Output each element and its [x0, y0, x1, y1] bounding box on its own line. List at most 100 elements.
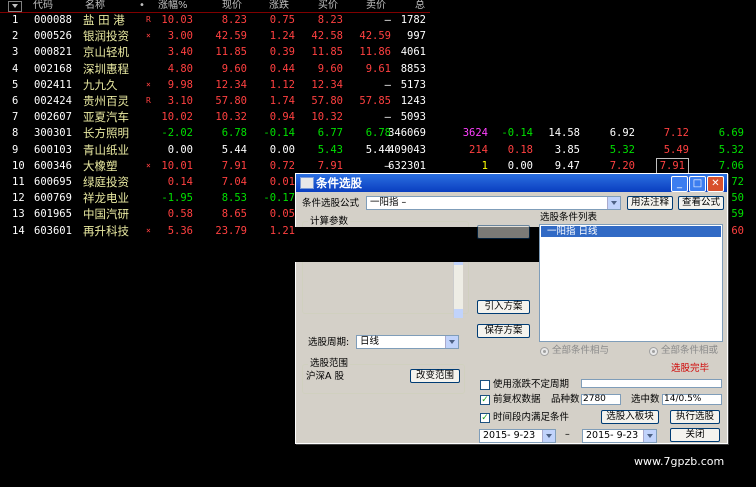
- add-to-block-button[interactable]: 选股入板块: [601, 410, 659, 424]
- table-row[interactable]: 10 600346 大橡塑 × 10.01 7.91 0.72 7.91—632301: [0, 158, 756, 174]
- range-input[interactable]: [581, 379, 722, 388]
- close-button[interactable]: 关闭: [670, 428, 720, 442]
- import-plan-button[interactable]: 引入方案: [477, 300, 530, 314]
- change-range-button[interactable]: 改变范围: [410, 369, 460, 383]
- condition-list-item[interactable]: 一阳指 日线: [541, 226, 721, 237]
- time-range-checkbox[interactable]: ✓: [480, 413, 490, 423]
- cell-extra: 5.32: [609, 143, 635, 156]
- cell-code: 300301: [34, 127, 72, 140]
- cell-name: 九九久: [83, 77, 118, 92]
- cell-extra: 3624: [462, 127, 488, 140]
- chevron-down-icon[interactable]: [643, 430, 656, 442]
- cell-name: 再升科技: [83, 223, 129, 238]
- cell-flag: ×: [146, 160, 151, 170]
- minimize-icon[interactable]: _: [671, 176, 688, 192]
- usage-notes-button[interactable]: 用法注释: [627, 196, 673, 210]
- cell-pct: 0.58: [167, 208, 193, 221]
- cell-vol: 632301: [388, 159, 426, 172]
- col-header-change[interactable]: 涨跌: [269, 0, 289, 12]
- cell-idx: 8: [12, 127, 19, 140]
- cell-bid: 5.43: [317, 143, 343, 156]
- cell-extra: 7.06: [718, 159, 744, 172]
- cell-pct: -1.95: [161, 192, 193, 205]
- params-scrollbar[interactable]: [453, 256, 463, 318]
- col-header-code[interactable]: 代码: [33, 0, 53, 12]
- cell-chg: 0.72: [269, 159, 295, 172]
- cell-ask: —: [384, 14, 391, 26]
- cell-vol: 5173: [400, 78, 426, 91]
- chevron-down-icon[interactable]: [445, 336, 458, 348]
- cell-flag: ×: [146, 225, 151, 235]
- formula-select[interactable]: 一阳指 –: [366, 196, 621, 210]
- cell-idx: 10: [12, 159, 25, 172]
- col-header-ask[interactable]: 卖价: [366, 0, 386, 12]
- col-header-name[interactable]: 名称: [85, 0, 105, 12]
- table-row[interactable]: 9 600103 青山纸业 0.00 5.44 0.00 5.43 5.44 409043: [0, 142, 756, 158]
- cell-idx: 2: [12, 30, 19, 43]
- cell-pct: 10.03: [161, 14, 193, 26]
- add-condition-button[interactable]: [477, 225, 530, 239]
- all-and-radio[interactable]: [540, 347, 549, 356]
- table-row[interactable]: 6 002424 贵州百灵 R 3.10 57.80 1.74 57.80 57.85 1243: [0, 93, 756, 109]
- sort-dropdown-icon[interactable]: [8, 1, 22, 12]
- cell-idx: 11: [12, 176, 25, 188]
- execute-button[interactable]: 执行选股: [670, 410, 720, 424]
- col-header-bid[interactable]: 买价: [318, 0, 338, 12]
- use-range-checkbox[interactable]: [480, 380, 490, 390]
- all-or-radio[interactable]: [649, 347, 658, 356]
- cell-vol: 409043: [388, 143, 426, 156]
- table-row[interactable]: 5 002411 九九久 × 9.98 12.34 1.12 12.34 — 5173: [0, 77, 756, 93]
- col-header-total[interactable]: 总: [415, 0, 425, 12]
- cell-chg: 0.94: [269, 111, 295, 124]
- cell-code: 002607: [34, 111, 72, 124]
- date-separator: –: [565, 429, 570, 440]
- cell-price: 7.04: [221, 176, 247, 188]
- cell-extra: 214: [469, 143, 488, 156]
- hit-label: 选中数: [631, 394, 660, 405]
- col-header-price[interactable]: 现价: [222, 0, 242, 12]
- table-row[interactable]: 1 000088 盐 田 港 R 10.03 8.23 0.75 8.23 — 1782: [0, 12, 756, 28]
- col-header-flag[interactable]: •: [139, 0, 145, 12]
- cell-code: 600695: [34, 176, 72, 188]
- restore-checkbox[interactable]: ✓: [480, 395, 490, 405]
- table-row[interactable]: 8 300301 长方照明 -2.02 6.78 -0.14 6.77 6.78 346069: [0, 125, 756, 141]
- cell-extra: -0.14: [501, 127, 533, 140]
- chevron-down-icon[interactable]: [607, 197, 620, 209]
- restore-label: 前复权数据: [493, 394, 541, 405]
- table-row[interactable]: 2 000526 银润投资 × 3.00 42.59 1.24 42.58 42.59 997: [0, 28, 756, 44]
- condition-list[interactable]: 一阳指 日线: [539, 224, 723, 342]
- formula-label: 条件选股公式: [302, 198, 360, 209]
- maximize-icon[interactable]: □: [689, 176, 706, 192]
- cell-name: 绿庭投资: [83, 175, 129, 189]
- cell-chg: 1.12: [269, 78, 295, 91]
- table-row[interactable]: 4 002168 深圳惠程 4.80 9.60 0.44 9.60 9.61 8853: [0, 61, 756, 77]
- chevron-down-icon[interactable]: [542, 430, 555, 442]
- cell-price: 12.34: [215, 78, 247, 91]
- view-formula-button[interactable]: 查看公式: [678, 196, 724, 210]
- cell-vol: 5093: [400, 111, 426, 124]
- table-row[interactable]: 7 002607 亚夏汽车 10.02 10.32 0.94 10.32 — 5093: [0, 109, 756, 125]
- col-header-pct[interactable]: 涨幅%: [158, 0, 188, 12]
- cell-bid: 8.23: [317, 14, 343, 26]
- cell-code: 002424: [34, 95, 72, 107]
- cell-price: 6.78: [221, 127, 247, 140]
- period-select[interactable]: 日线: [356, 335, 459, 349]
- cell-price: 57.80: [215, 95, 247, 107]
- date-from-picker[interactable]: 2015- 9-23: [479, 429, 556, 443]
- cell-flag: ×: [146, 79, 151, 89]
- cell-name: 大橡塑: [83, 158, 118, 173]
- save-plan-button[interactable]: 保存方案: [477, 324, 530, 338]
- range-value: 沪深A 股: [306, 371, 345, 382]
- cell-price: 8.65: [221, 208, 247, 221]
- watermark-text: www.7gpzb.com: [634, 455, 725, 468]
- cell-pct: 4.80: [167, 62, 193, 75]
- table-row[interactable]: 3 000821 京山轻机 3.40 11.85 0.39 11.85 11.86 4061: [0, 44, 756, 60]
- date-to-picker[interactable]: 2015- 9-23: [582, 429, 657, 443]
- dialog-titlebar[interactable]: 条件选股 _ □ ✕: [296, 174, 727, 192]
- close-icon[interactable]: ✕: [707, 176, 724, 192]
- cell-pct: 3.00: [167, 30, 193, 43]
- cell-bid: 42.58: [311, 30, 343, 43]
- cell-idx: 5: [12, 78, 19, 91]
- cell-extra: 5.32: [718, 143, 744, 156]
- cell-idx: 4: [12, 62, 19, 75]
